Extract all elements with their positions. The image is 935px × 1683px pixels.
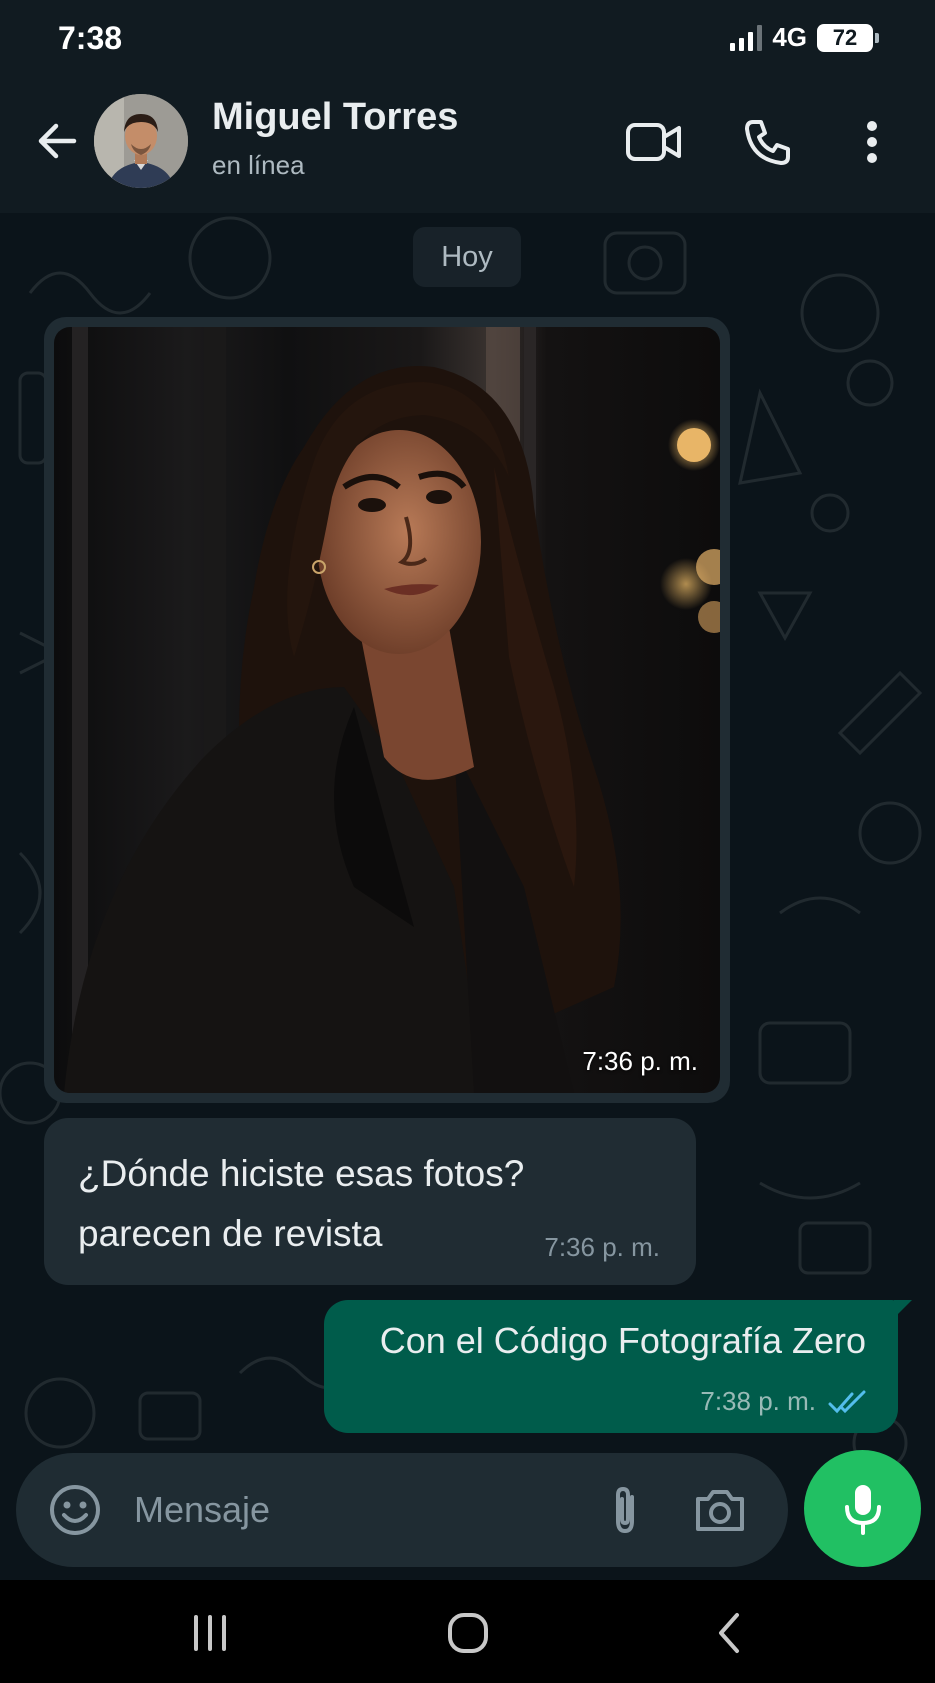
message-composer <box>16 1453 788 1567</box>
message-input[interactable] <box>134 1483 574 1537</box>
outgoing-message-meta: 7:38 p. m. <box>700 1386 868 1417</box>
image-message-time: 7:36 p. m. <box>582 1046 698 1076</box>
emoji-button[interactable] <box>48 1483 102 1537</box>
camera-button[interactable] <box>692 1483 748 1537</box>
avatar[interactable] <box>94 94 188 188</box>
chat-area[interactable]: Hoy 7:36 p. m. ¿Dónde hiciste esas fotos… <box>0 213 935 1470</box>
incoming-message-bubble[interactable]: ¿Dónde hiciste esas fotos? parecen de re… <box>44 1118 696 1285</box>
avatar-image <box>94 94 188 188</box>
contact-name[interactable]: Miguel Torres <box>212 96 458 139</box>
image-message-bubble[interactable]: 7:36 p. m. <box>44 317 730 1103</box>
emoji-icon <box>50 1485 100 1535</box>
home-button[interactable] <box>438 1608 498 1658</box>
voice-call-icon <box>745 120 790 165</box>
attach-button[interactable] <box>598 1483 652 1537</box>
status-time: 7:38 <box>58 20 123 56</box>
video-call-button[interactable] <box>624 112 684 172</box>
mic-icon <box>844 1484 881 1535</box>
incoming-message-time: 7:36 p. m. <box>544 1232 660 1262</box>
voice-record-button[interactable] <box>804 1450 921 1567</box>
back-icon <box>719 1613 739 1653</box>
recents-icon <box>194 1615 226 1651</box>
back-nav-button[interactable] <box>700 1608 760 1658</box>
status-indicators: 4G 72 <box>730 22 879 53</box>
system-nav-bar <box>0 1580 935 1683</box>
more-options-icon <box>867 121 877 163</box>
battery-icon: 72 <box>817 23 879 52</box>
network-label: 4G <box>772 22 807 52</box>
portrait-photo-graphic <box>64 327 720 1093</box>
back-button[interactable] <box>32 116 82 166</box>
read-ticks-icon <box>828 1390 866 1413</box>
date-chip: Hoy <box>413 227 521 287</box>
contact-status: en línea <box>212 150 305 180</box>
status-bar: 7:38 4G 72 <box>0 0 935 80</box>
attach-icon <box>616 1486 634 1534</box>
outgoing-message-bubble[interactable]: Con el Código Fotografía Zero 7:38 p. m. <box>324 1300 912 1433</box>
voice-call-button[interactable] <box>738 112 798 172</box>
outgoing-message-time: 7:38 p. m. <box>700 1386 816 1416</box>
signal-icon <box>730 24 763 51</box>
back-arrow-icon <box>38 123 77 159</box>
recents-button[interactable] <box>180 1608 240 1658</box>
home-icon <box>448 1613 488 1653</box>
message-photo[interactable]: 7:36 p. m. <box>54 327 720 1093</box>
outgoing-message-text: Con el Código Fotografía Zero <box>379 1320 866 1361</box>
chat-header: Miguel Torres en línea <box>0 80 935 213</box>
more-options-button[interactable] <box>842 112 902 172</box>
camera-icon <box>696 1490 744 1531</box>
video-call-icon <box>626 123 681 161</box>
battery-level: 72 <box>832 24 858 50</box>
